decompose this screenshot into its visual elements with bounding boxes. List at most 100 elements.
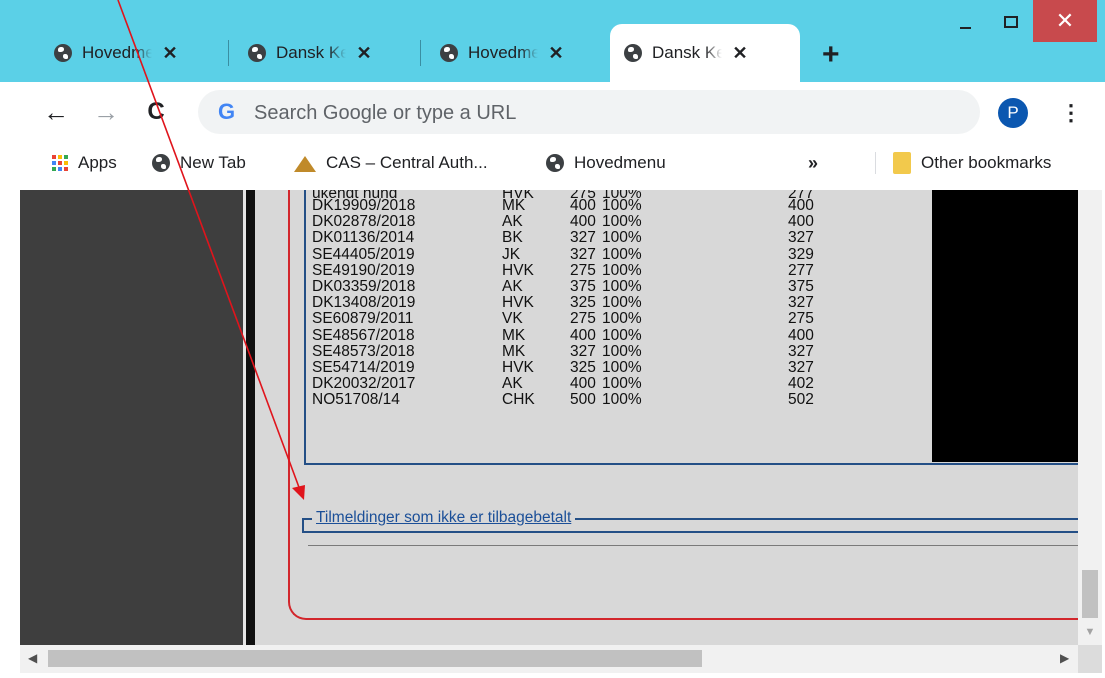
- table-row: SE60879/2011 VK 275 100% 275: [312, 311, 848, 327]
- fee: 400: [570, 326, 596, 344]
- forward-button[interactable]: →: [90, 92, 122, 132]
- tab-title: Dansk Kennel Klub: [652, 43, 722, 62]
- total: 502: [788, 391, 814, 409]
- bookmarks-overflow-button[interactable]: »: [808, 142, 818, 184]
- close-icon[interactable]: ✕: [732, 43, 748, 64]
- class-code: VK: [502, 310, 523, 328]
- bookmark-apps[interactable]: Apps: [52, 142, 117, 184]
- bookmark-new-tab[interactable]: New Tab: [152, 142, 246, 184]
- scroll-left-icon[interactable]: ◀: [28, 651, 37, 665]
- scroll-down-icon[interactable]: ▼: [1078, 626, 1102, 638]
- left-sidebar: [20, 190, 243, 645]
- browser-window: Hovedmenu ✕ Dansk Kennel Klub ✕ Hovedmen…: [0, 0, 1105, 678]
- tab-strip: Hovedmenu ✕ Dansk Kennel Klub ✕ Hovedmen…: [0, 0, 1105, 82]
- search-input[interactable]: [252, 96, 956, 130]
- bookmark-cas[interactable]: CAS – Central Auth...: [294, 142, 488, 184]
- omnibox[interactable]: G: [198, 90, 980, 134]
- bookmark-hovedmenu[interactable]: Hovedmenu: [546, 142, 666, 184]
- dog-id: DK13408/2019: [312, 294, 416, 312]
- bookmark-label: Apps: [78, 153, 117, 172]
- dog-id: NO51708/14: [312, 391, 400, 409]
- total: 402: [788, 375, 814, 393]
- fee: 325: [570, 359, 596, 377]
- globe-icon: [546, 154, 564, 172]
- dog-id: SE54714/2019: [312, 359, 415, 377]
- class-code: AK: [502, 213, 523, 231]
- tab-title: Hovedmenu: [468, 43, 538, 62]
- tab-4-active[interactable]: Dansk Kennel Klub ✕: [610, 24, 800, 82]
- table-row: DK02878/2018 AK 400 100% 400: [312, 214, 848, 230]
- table-row: DK20032/2017 AK 400 100% 402: [312, 376, 848, 392]
- total: 327: [788, 294, 814, 312]
- tab-title: Hovedmenu: [82, 43, 152, 62]
- scroll-right-icon[interactable]: ▶: [1060, 651, 1069, 665]
- fee: 275: [570, 261, 596, 279]
- back-button[interactable]: ←: [40, 92, 72, 132]
- class-code: BK: [502, 229, 523, 247]
- fieldset-bottom-border: [302, 531, 1078, 533]
- fee: 325: [570, 294, 596, 312]
- tab-1[interactable]: Hovedmenu ✕: [40, 24, 192, 82]
- total: 329: [788, 245, 814, 263]
- refund-link[interactable]: Tilmeldinger som ikke er tilbagebetalt: [312, 509, 576, 527]
- minimize-button[interactable]: [942, 0, 988, 44]
- close-icon[interactable]: ✕: [162, 43, 178, 64]
- percent: 100%: [602, 375, 642, 393]
- dog-id: SE48567/2018: [312, 326, 415, 344]
- dog-id: DK20032/2017: [312, 375, 416, 393]
- close-icon[interactable]: ✕: [356, 43, 372, 64]
- reload-button[interactable]: C: [140, 92, 172, 132]
- folder-icon: [893, 152, 911, 174]
- fee: 400: [570, 213, 596, 231]
- horizontal-scrollbar[interactable]: ◀ ▶: [20, 645, 1078, 673]
- menu-icon[interactable]: ⋮: [1060, 98, 1082, 128]
- table-row: DK03359/2018 AK 375 100% 375: [312, 278, 848, 296]
- fee: 500: [570, 391, 596, 409]
- horizontal-scroll-thumb[interactable]: [48, 650, 702, 667]
- table-row: SE48573/2018 MK 327 100% 327: [312, 342, 848, 360]
- globe-icon: [440, 44, 458, 62]
- class-code: CHK: [502, 391, 535, 409]
- toolbar: ← → C G P ⋮: [0, 82, 1105, 142]
- bookmark-label: Hovedmenu: [574, 153, 666, 172]
- total: 327: [788, 229, 814, 247]
- bookmarks-divider: [875, 152, 876, 174]
- minimize-icon: [959, 27, 971, 29]
- avatar[interactable]: P: [998, 98, 1028, 128]
- dog-id: DK03359/2018: [312, 278, 416, 296]
- maximize-button[interactable]: [988, 0, 1034, 44]
- google-icon: G: [218, 99, 236, 124]
- vertical-scrollbar[interactable]: ▼: [1078, 190, 1102, 645]
- tab-3[interactable]: Hovedmenu ✕: [426, 24, 578, 82]
- total: 400: [788, 326, 814, 344]
- percent: 100%: [602, 245, 642, 263]
- vertical-scroll-thumb[interactable]: [1082, 570, 1098, 618]
- dog-id: SE49190/2019: [312, 261, 415, 279]
- class-code: MK: [502, 326, 526, 344]
- dog-id: SE44405/2019: [312, 245, 415, 263]
- tab-2[interactable]: Dansk Kennel Klub ✕: [234, 24, 386, 82]
- close-icon[interactable]: ✕: [548, 43, 564, 64]
- bookmark-other[interactable]: Other bookmarks: [893, 142, 1051, 184]
- percent: 100%: [602, 294, 642, 312]
- tab-separator: [228, 40, 229, 66]
- fee: 400: [570, 375, 596, 393]
- tab-title: Dansk Kennel Klub: [276, 43, 346, 62]
- apps-grid-icon: [52, 155, 68, 171]
- fee: 275: [570, 310, 596, 328]
- fee: 327: [570, 245, 596, 263]
- globe-icon: [248, 44, 266, 62]
- new-tab-button[interactable]: +: [822, 40, 840, 70]
- table-row: SE44405/2019 JK 327 100% 329: [312, 245, 848, 263]
- window-close-button[interactable]: ✕: [1033, 0, 1097, 42]
- dog-id: SE48573/2018: [312, 342, 415, 360]
- sidebar-edge: [246, 190, 255, 645]
- class-code: HVK: [502, 359, 534, 377]
- total: 327: [788, 342, 814, 360]
- fee: 327: [570, 342, 596, 360]
- globe-icon: [54, 44, 72, 62]
- table-row: DK19909/2018 MK 400 100% 400: [312, 197, 848, 214]
- scrollbar-corner: [1078, 645, 1102, 673]
- class-code: MK: [502, 197, 526, 214]
- percent: 100%: [602, 261, 642, 279]
